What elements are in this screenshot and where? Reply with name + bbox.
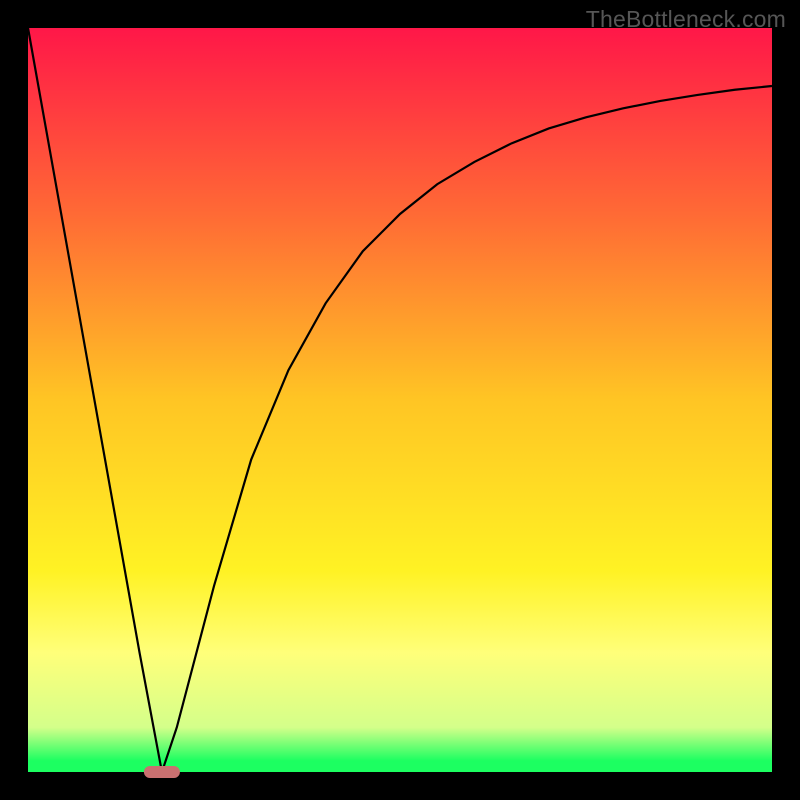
watermark-label: TheBottleneck.com xyxy=(586,6,786,33)
plot-background xyxy=(28,28,772,772)
bottleneck-marker xyxy=(144,766,180,778)
bottleneck-chart xyxy=(0,0,800,800)
chart-container: TheBottleneck.com xyxy=(0,0,800,800)
